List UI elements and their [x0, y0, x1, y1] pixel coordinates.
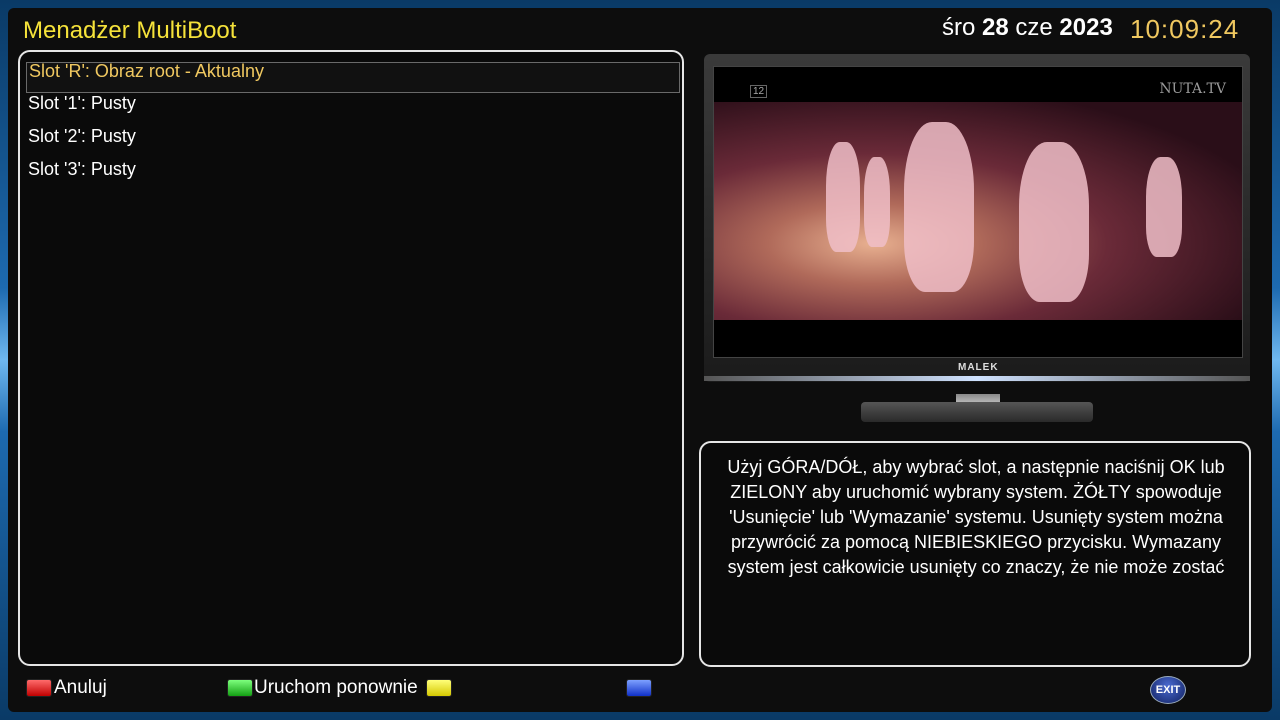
dancer-figure: [826, 142, 860, 252]
red-button[interactable]: [26, 679, 52, 697]
blue-button[interactable]: [626, 679, 652, 697]
slot-list: Slot 'R': Obraz root - Aktualny Slot '1'…: [18, 50, 684, 666]
slot-item-3[interactable]: Slot '3': Pusty: [26, 161, 680, 192]
dancer-figure: [864, 157, 890, 247]
tv-screen: 12 NUTA.TV: [713, 66, 1243, 358]
date-day: śro: [942, 14, 976, 41]
red-button-label: Anuluj: [54, 677, 107, 698]
slot-label: Slot 'R': Obraz root - Aktualny: [29, 62, 264, 81]
slot-label: Slot '2': Pusty: [28, 128, 136, 146]
slot-item-r[interactable]: Slot 'R': Obraz root - Aktualny: [26, 62, 680, 93]
green-button[interactable]: [227, 679, 253, 697]
date-month: cze: [1015, 14, 1053, 41]
live-video-picture: [714, 102, 1242, 320]
tv-body: 12 NUTA.TV MALEK: [704, 54, 1250, 382]
exit-button[interactable]: EXIT: [1150, 676, 1186, 704]
dancer-figure: [1019, 142, 1089, 302]
tv-stand: [861, 402, 1093, 422]
page-title: Menadżer MultiBoot: [23, 17, 237, 44]
help-text: Użyj GÓRA/DÓŁ, aby wybrać slot, a następ…: [727, 457, 1225, 583]
tv-preview: 12 NUTA.TV MALEK: [704, 54, 1250, 422]
date-display: śro 28 cze 2023: [942, 14, 1113, 42]
tv-brand-label: MALEK: [958, 362, 999, 373]
slot-item-2[interactable]: Slot '2': Pusty: [26, 128, 680, 159]
green-button-label: Uruchom ponownie: [254, 677, 418, 698]
tv-light-bar: [704, 376, 1250, 381]
yellow-button[interactable]: [426, 679, 452, 697]
clock: 10:09:24: [1130, 14, 1240, 44]
slot-label: Slot '1': Pusty: [28, 95, 136, 113]
help-panel: Użyj GÓRA/DÓŁ, aby wybrać slot, a następ…: [699, 441, 1251, 667]
date-year: 2023: [1059, 14, 1113, 41]
slot-label: Slot '3': Pusty: [28, 161, 136, 179]
channel-badge: 12: [750, 85, 768, 98]
date-number: 28: [982, 14, 1009, 41]
channel-logo: NUTA.TV: [1159, 81, 1226, 97]
dancer-figure: [904, 122, 974, 292]
dancer-figure: [1146, 157, 1182, 257]
slot-item-1[interactable]: Slot '1': Pusty: [26, 95, 680, 126]
